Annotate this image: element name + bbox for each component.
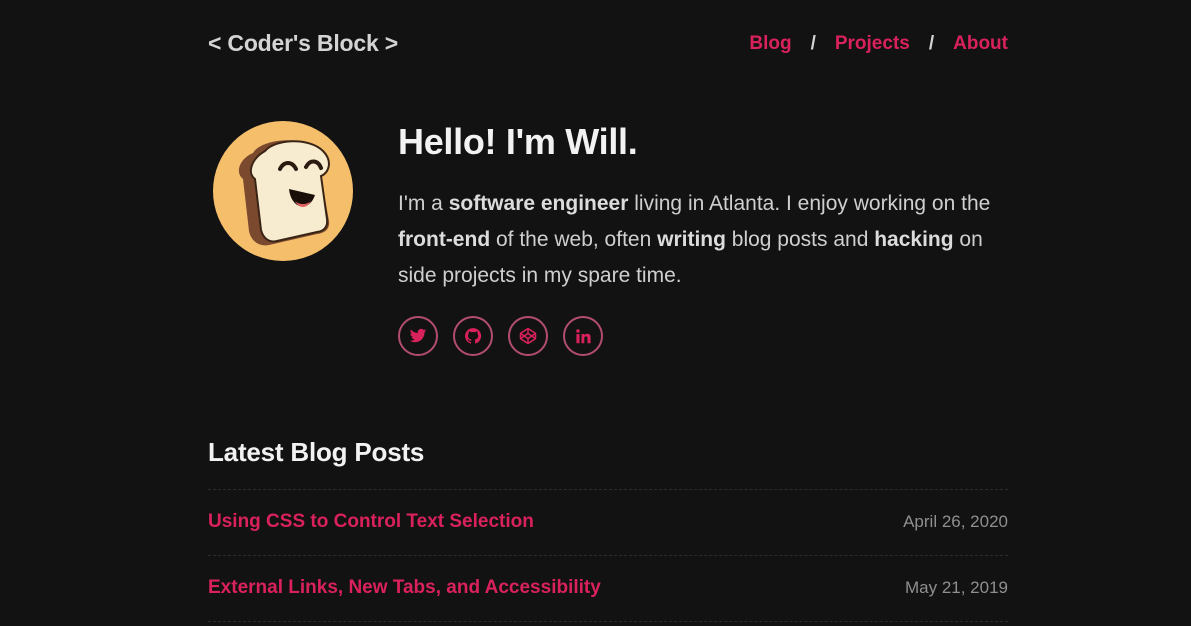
latest-posts-section: Latest Blog Posts Using CSS to Control T… [208,434,1008,622]
post-title-link[interactable]: Using CSS to Control Text Selection [208,511,534,533]
post-date: April 26, 2020 [903,512,1008,531]
nav-separator: / [928,33,935,54]
smiling-toast-icon [238,140,330,246]
intro-emphasis: writing [657,228,726,251]
intro-text: I'm a [398,192,449,215]
intro-emphasis: software engineer [448,192,629,215]
nav-separator: / [810,33,816,54]
intro-text: of the web, often [490,228,658,251]
hero-text: Hello! I'm Will. I'm a software engineer… [398,120,1013,356]
avatar [213,121,353,261]
nav-link-about[interactable]: About [953,33,1008,55]
list-item: Using CSS to Control Text Selection Apri… [208,490,1008,556]
nav-link-blog[interactable]: Blog [749,33,791,55]
intro-text: living in Atlanta. I enjoy working on th… [628,192,991,215]
post-date: May 21, 2019 [904,578,1008,597]
twitter-icon [409,328,427,343]
list-item: External Links, New Tabs, and Accessibil… [208,556,1008,622]
linkedin-icon [575,328,591,343]
nav-link-projects[interactable]: Projects [835,33,910,55]
codepen-icon [519,327,537,345]
linkedin-link[interactable] [563,316,603,356]
post-list: Using CSS to Control Text Selection Apri… [208,489,1008,622]
main-nav: Blog / Projects / About [749,33,1008,55]
intro-emphasis: front-end [398,228,491,251]
hero-intro: I'm a software engineer living in Atlant… [398,186,1013,294]
twitter-link[interactable] [398,316,438,356]
codepen-link[interactable] [508,316,548,356]
site-header: < Coder's Block > Blog / Projects / Abou… [208,28,1008,62]
github-link[interactable] [453,316,493,356]
hero-title: Hello! I'm Will. [398,121,638,162]
site-logo-link[interactable]: < Coder's Block > [208,30,398,57]
section-title: Latest Blog Posts [208,437,425,467]
social-links [398,316,1013,356]
intro-text: blog posts and [725,228,875,251]
github-icon [465,328,482,344]
intro-emphasis: hacking [874,228,954,251]
post-title-link[interactable]: External Links, New Tabs, and Accessibil… [208,577,601,599]
